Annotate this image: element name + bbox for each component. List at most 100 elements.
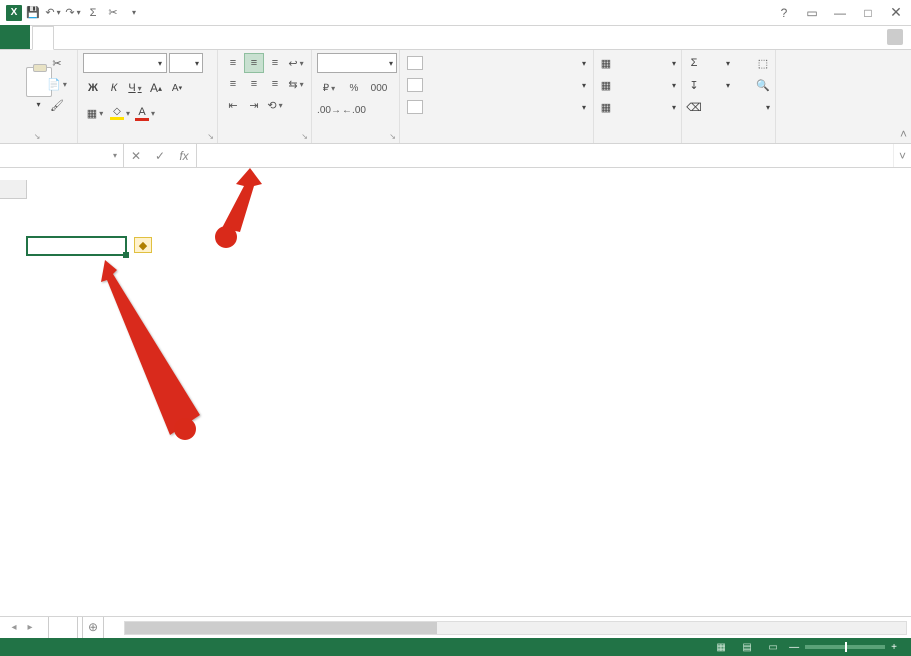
comma-format-button[interactable]: 000 [367,78,391,98]
cell-styles-icon [407,100,423,114]
group-styles: ▾ ▾ ▾ [400,50,594,143]
italic-button[interactable]: К [104,78,124,98]
cancel-formula-button[interactable]: ✕ [124,149,148,163]
expand-formula-bar-button[interactable]: ˅ [893,144,911,167]
font-color-button[interactable]: A [133,103,157,123]
align-bottom-button[interactable]: ≡ [265,53,285,73]
accounting-format-button[interactable]: ₽ [317,78,341,98]
status-bar: ▦ ▤ ▭ — + [0,638,911,656]
group-label-number [317,139,394,142]
tab-view[interactable] [164,25,186,49]
undo-icon[interactable]: ↶ [44,4,62,22]
format-icon: ▦ [599,100,613,114]
align-center-button[interactable]: ≡ [244,74,264,94]
format-painter-button[interactable]: 🖌 [46,96,68,114]
tab-page-layout[interactable] [76,25,98,49]
save-icon[interactable]: 💾 [24,4,42,22]
error-indicator-icon[interactable]: ◆ [134,237,152,253]
collapse-ribbon-button[interactable]: ˄ [900,127,907,141]
window-controls: ? ▭ — □ ✕ [771,3,909,23]
font-size-select[interactable]: ▾ [169,53,203,73]
select-all-button[interactable] [0,180,27,199]
autosum-icon[interactable]: Σ [84,4,102,22]
underline-button[interactable]: Ч [125,78,145,98]
horizontal-scrollbar[interactable] [124,621,907,635]
bold-button[interactable]: Ж [83,78,103,98]
wrap-text-button[interactable]: ↩ [286,53,306,73]
merge-button[interactable]: ⇆ [286,74,306,94]
sheet-tab[interactable] [48,617,78,639]
ribbon-display-icon[interactable]: ▭ [799,3,825,23]
tab-file[interactable] [0,25,30,49]
zoom-out-button[interactable]: — [789,642,799,653]
help-icon[interactable]: ? [771,3,797,23]
cell-styles-button[interactable]: ▾ [405,97,588,117]
insert-function-button[interactable]: fx [172,149,196,163]
zoom-in-button[interactable]: + [891,642,897,653]
find-icon[interactable]: 🔍 [756,78,770,92]
group-font: ▾ ▾ Ж К Ч A▴ A▾ ▦ ◇ A [78,50,218,143]
increase-decimal-button[interactable]: .00→ [317,100,341,120]
name-box[interactable]: ▾ [0,144,124,167]
sort-filter-icon[interactable]: ⬚ [756,56,770,70]
tab-data[interactable] [120,25,142,49]
tab-insert[interactable] [54,25,76,49]
cut-icon[interactable]: ✂ [104,4,122,22]
ribbon: ▾ ✂ 📄 🖌 ▾ ▾ Ж К Ч A▴ A▾ ▦ ◇ [0,50,911,144]
format-cells-button[interactable]: ▦▾ [599,97,676,117]
tab-formulas[interactable] [98,25,120,49]
align-middle-button[interactable]: ≡ [244,53,264,73]
group-label-editing [687,139,770,142]
format-as-table-button[interactable]: ▾ [405,75,588,95]
annotation-bubble-1 [174,418,196,440]
borders-button[interactable]: ▦ [83,103,107,123]
sign-in-area[interactable] [881,29,903,45]
tab-home[interactable] [32,26,54,50]
ribbon-tabs [0,26,911,50]
minimize-button[interactable]: — [827,3,853,23]
autosum-button[interactable]: Σ▾⬚ [687,53,770,73]
qat-more-icon[interactable] [124,4,142,22]
close-button[interactable]: ✕ [883,3,909,23]
align-top-button[interactable]: ≡ [223,53,243,73]
font-name-select[interactable]: ▾ [83,53,167,73]
tab-review[interactable] [142,25,164,49]
align-right-button[interactable]: ≡ [265,74,285,94]
active-cell-outline [26,236,127,256]
conditional-formatting-button[interactable]: ▾ [405,53,588,73]
page-layout-view-button[interactable]: ▤ [737,640,757,654]
percent-format-button[interactable]: % [342,78,366,98]
page-break-view-button[interactable]: ▭ [763,640,783,654]
clear-button[interactable]: ⌫▾ [687,97,770,117]
sheet-nav-buttons[interactable]: ◂▸ [0,622,44,633]
redo-icon[interactable]: ↷ [64,4,82,22]
orientation-button[interactable]: ⟲ [265,95,285,115]
copy-button[interactable]: 📄 [46,75,68,93]
zoom-slider[interactable] [805,645,885,649]
formula-input[interactable] [197,144,893,167]
delete-icon: ▦ [599,78,613,92]
title-bar: X 💾 ↶ ↷ Σ ✂ ? ▭ — □ ✕ [0,0,911,26]
align-left-button[interactable]: ≡ [223,74,243,94]
cut-button[interactable]: ✂ [46,54,68,72]
fill-button[interactable]: ↧▾🔍 [687,75,770,95]
table-icon [407,78,423,92]
number-format-select[interactable]: ▾ [317,53,397,73]
excel-logo-icon: X [6,5,22,21]
decrease-indent-button[interactable]: ⇤ [223,95,243,115]
insert-cells-button[interactable]: ▦▾ [599,53,676,73]
group-editing: Σ▾⬚ ↧▾🔍 ⌫▾ [682,50,776,143]
fill-handle[interactable] [123,252,129,258]
cond-format-icon [407,56,423,70]
add-sheet-button[interactable]: ⊕ [82,617,104,639]
maximize-button[interactable]: □ [855,3,881,23]
enter-formula-button[interactable]: ✓ [148,149,172,163]
fill-color-button[interactable]: ◇ [108,103,132,123]
decrease-font-button[interactable]: A▾ [167,78,187,98]
sheet-tab-bar: ◂▸ ⊕ [0,616,911,638]
increase-indent-button[interactable]: ⇥ [244,95,264,115]
delete-cells-button[interactable]: ▦▾ [599,75,676,95]
normal-view-button[interactable]: ▦ [711,640,731,654]
increase-font-button[interactable]: A▴ [146,78,166,98]
decrease-decimal-button[interactable]: ←.00 [342,100,366,120]
